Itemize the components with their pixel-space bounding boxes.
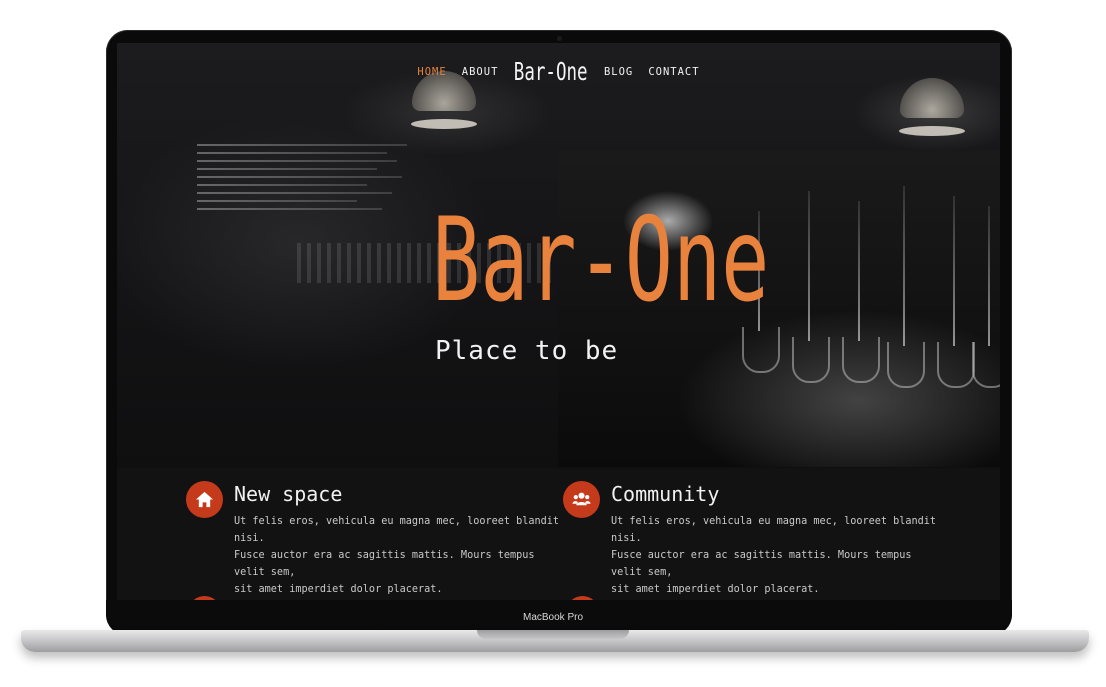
feature-title: New space [234,482,343,506]
feature-text: Ut felis eros, vehicula eu magna mec, lo… [611,513,941,598]
hero-subtitle: Place to be [435,336,619,366]
nav-about[interactable]: ABOUT [462,66,499,78]
top-nav: HOME ABOUT Bar-One BLOG CONTACT [117,57,1000,86]
feature-text-line: Fusce auctor era ac sagittis mattis. Mou… [611,550,912,578]
lamp-left-rim [411,119,477,129]
feature-text: Ut felis eros, vehicula eu magna mec, lo… [234,513,564,598]
camera-icon [557,36,562,41]
feature-text-line: Ut felis eros, vehicula eu magna mec, lo… [611,516,937,544]
lamp-right-rim [899,126,965,136]
screen: HOME ABOUT Bar-One BLOG CONTACT Bar-One … [117,43,1000,600]
feature-text-line: sit amet imperdiet dolor placerat. [611,584,820,595]
nav-logo[interactable]: Bar-One [514,57,588,86]
nav-contact[interactable]: CONTACT [648,66,699,78]
feature-title: Community [611,482,720,506]
device-label: MacBook Pro [522,612,584,623]
hero-title: Bar-One [432,193,770,328]
feature-text-line: Fusce auctor era ac sagittis mattis. Mou… [234,550,535,578]
feature-text-line: Ut felis eros, vehicula eu magna mec, lo… [234,516,560,544]
home-icon [186,481,223,518]
feature-text-line: sit amet imperdiet dolor placerat. [234,584,443,595]
nav-blog[interactable]: BLOG [604,66,633,78]
menu-board [197,138,427,248]
laptop-notch [477,630,629,639]
nav-home[interactable]: HOME [417,66,446,78]
users-icon [563,481,600,518]
